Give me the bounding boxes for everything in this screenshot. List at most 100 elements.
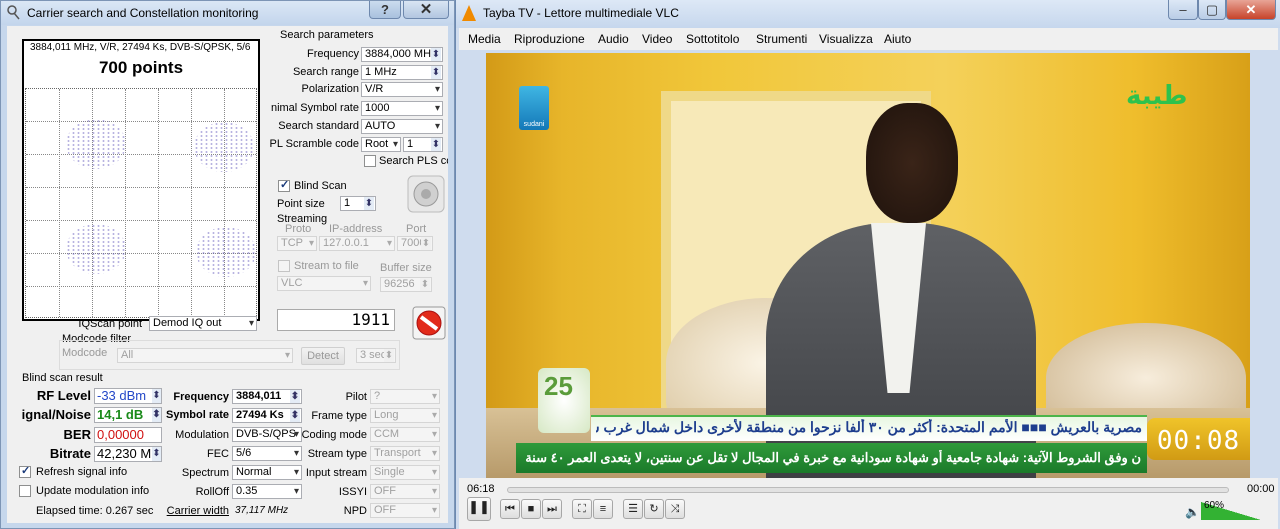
vlc-titlebar[interactable]: Tayba TV - Lettore multimediale VLC – ▢ … (456, 0, 1280, 28)
frequency-label: Frequency (307, 48, 359, 60)
stop-icon[interactable] (412, 306, 446, 340)
video-area[interactable]: sudani طيبة 25 مصرية بالعريش ■■■ الأمم ا… (486, 53, 1250, 478)
refresh-signal-checkbox[interactable] (19, 464, 31, 478)
news-ticker-bottom-text: ن وفق الشروط الآتية: شهادة جامعية أو شها… (526, 450, 1141, 465)
playlist-icon[interactable]: ☰ (623, 499, 643, 519)
issyi-label: ISSYI (338, 486, 367, 498)
grid-line (59, 89, 60, 317)
search-standard-select[interactable]: AUTO (361, 119, 443, 134)
issyi-select[interactable]: OFF (370, 484, 440, 499)
pl-scramble-code-input[interactable]: 1 (403, 137, 443, 152)
pl-scramble-type-select[interactable]: Root (361, 137, 401, 152)
stream-type-select[interactable]: Transport (370, 446, 440, 461)
blind-scan-result-heading: Blind scan result (22, 372, 103, 384)
buffer-size-label: Buffer size (380, 262, 432, 274)
speaker-icon[interactable]: 🔈 (1185, 505, 1200, 519)
close-button[interactable]: ✕ (403, 1, 449, 19)
coding-mode-select[interactable]: CCM (370, 427, 440, 442)
grid-line (26, 286, 256, 287)
spectrum-select[interactable]: Normal (232, 465, 302, 480)
grid-line (26, 187, 256, 188)
search-pls-checkbox[interactable] (364, 155, 376, 167)
constellation-cluster (194, 122, 254, 172)
update-modulation-checkbox[interactable] (19, 485, 31, 497)
detect-button[interactable]: Detect (301, 347, 345, 365)
dialog-title: Carrier search and Constellation monitor… (27, 6, 259, 20)
previous-icon[interactable]: ⏮ (500, 499, 520, 519)
grid-line (158, 89, 159, 317)
symbol-rate-select[interactable]: 1000 (361, 101, 443, 116)
rolloff-select[interactable]: 0.35 (232, 484, 302, 499)
elapsed-time: Elapsed time: 0.267 sec (36, 505, 154, 517)
menu-audio[interactable]: Audio (598, 32, 629, 46)
onscreen-clock-time: 00:08 (1156, 426, 1241, 456)
menu-media[interactable]: Media (468, 32, 501, 46)
next-icon[interactable]: ⏭ (542, 499, 562, 519)
polarization-label: Polarization (301, 83, 359, 95)
iq-scan-point-select[interactable]: Demod IQ out (149, 316, 257, 331)
dialog-titlebar[interactable]: Carrier search and Constellation monitor… (1, 1, 454, 25)
grid-line (26, 220, 256, 221)
modcode-select[interactable]: All (117, 348, 293, 363)
proto-select[interactable]: TCP (277, 236, 317, 251)
constellation-cluster (196, 227, 256, 277)
fullscreen-icon[interactable]: ⛶ (572, 499, 592, 519)
pause-button[interactable]: ❚❚ (467, 497, 491, 521)
plot-info: 3884,011 MHz, V/R, 27494 Ks, DVB-S/QPSK,… (30, 42, 251, 53)
sudani-logo-text: sudani (523, 121, 545, 128)
fec-select[interactable]: 5/6 (232, 446, 302, 461)
frame-type-select[interactable]: Long (370, 408, 440, 423)
vlc-close-button[interactable]: ✕ (1226, 0, 1276, 20)
grid-line (125, 89, 126, 317)
point-size-label: Point size (277, 198, 325, 210)
menu-video[interactable]: Video (642, 32, 672, 46)
detect-seconds-input[interactable]: 3 sec (356, 348, 396, 363)
shuffle-icon[interactable]: ⤨ (665, 499, 685, 519)
elapsed-time-label: 06:18 (467, 483, 495, 495)
ip-address-select[interactable]: 127.0.0.1 (319, 236, 395, 251)
modulation-select[interactable]: DVB-S/QPS (232, 427, 302, 442)
point-size-input[interactable]: 1 (340, 196, 376, 211)
news-ticker-top-text: مصرية بالعريش ■■■ الأمم المتحدة: أكثر من… (596, 419, 1142, 435)
help-button[interactable]: ? (369, 1, 401, 19)
search-standard-label: Search standard (278, 120, 359, 132)
tayba-logo: طيبة (1126, 81, 1188, 111)
pilot-select[interactable]: ? (370, 389, 440, 404)
vlc-title: Tayba TV - Lettore multimediale VLC (483, 6, 679, 20)
extended-settings-icon[interactable]: ≡ (593, 499, 613, 519)
menu-aiuto[interactable]: Aiuto (884, 32, 911, 46)
spectrum-label: Spectrum (181, 467, 229, 479)
vlc-window: Tayba TV - Lettore multimediale VLC – ▢ … (455, 0, 1280, 529)
maximize-button[interactable]: ▢ (1198, 0, 1226, 20)
minimize-button[interactable]: – (1168, 0, 1198, 20)
satellite-scan-icon[interactable] (407, 175, 445, 213)
menu-riproduzione[interactable]: Riproduzione (514, 32, 585, 46)
buffer-size-input[interactable]: 96256 (380, 277, 432, 292)
volume-value: 60% (1204, 500, 1225, 511)
pl-scramble-label: PL Scramble code (269, 138, 359, 150)
frequency-input[interactable]: 3884,000 MHz (361, 47, 443, 62)
seek-bar[interactable] (507, 487, 1229, 493)
search-range-input[interactable]: 1 MHz (361, 65, 443, 80)
stream-to-file-checkbox[interactable] (278, 260, 290, 272)
input-stream-select[interactable]: Single (370, 465, 440, 480)
polarization-select[interactable]: V/R (361, 82, 443, 97)
menu-sottotitolo[interactable]: Sottotitolo (686, 32, 739, 46)
vlc-cone-icon (462, 5, 476, 21)
constellation-grid (25, 88, 257, 318)
modulation-label: Modulation (175, 429, 229, 441)
bitrate-value: 42,230 M (94, 446, 162, 462)
update-modulation-label: Update modulation info (36, 485, 150, 497)
satellite-dish-icon (7, 5, 20, 20)
port-input[interactable]: 7000 (397, 236, 433, 251)
rf-level-value: -33 dBm (94, 388, 162, 404)
iq-scan-point-label: IQScan point (78, 318, 142, 330)
npd-select[interactable]: OFF (370, 503, 440, 518)
stop-button-icon[interactable]: ■ (521, 499, 541, 519)
menu-visualizza[interactable]: Visualizza (819, 32, 873, 46)
npd-label: NPD (343, 505, 367, 517)
blind-scan-checkbox[interactable] (278, 178, 290, 192)
menu-strumenti[interactable]: Strumenti (756, 32, 807, 46)
loop-icon[interactable]: ↻ (644, 499, 664, 519)
player-select[interactable]: VLC (277, 276, 371, 291)
